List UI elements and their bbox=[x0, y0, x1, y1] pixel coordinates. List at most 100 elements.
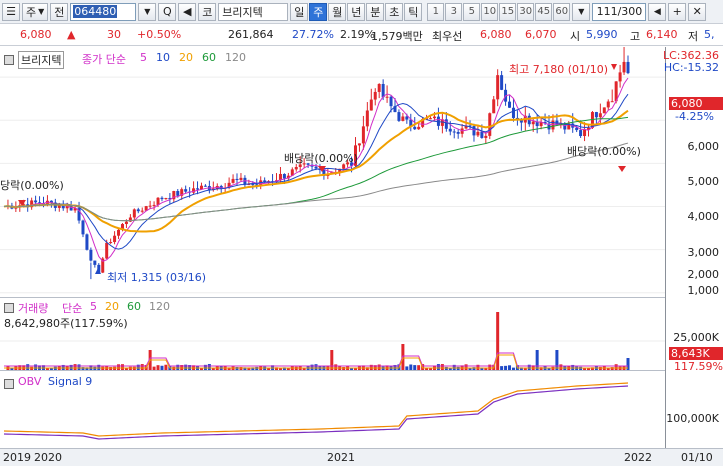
bar-count-field[interactable]: 111/300 bbox=[592, 2, 647, 21]
period-tab-4[interactable]: 분 bbox=[366, 2, 385, 21]
obv-chart[interactable] bbox=[0, 371, 665, 448]
scroll-left-icon[interactable]: ◀ bbox=[648, 2, 667, 21]
candle-body bbox=[148, 205, 152, 207]
high-value: 6,140 bbox=[646, 28, 678, 41]
ma-legend-item[interactable]: 10 bbox=[156, 51, 170, 64]
volume-ma-legend-item[interactable]: 120 bbox=[149, 300, 170, 313]
period-tab-2[interactable]: 월 bbox=[328, 2, 347, 21]
chevron-down-icon: ▼ bbox=[144, 7, 151, 16]
chevron-down-icon: ▼ bbox=[578, 7, 585, 16]
volume-bar bbox=[377, 364, 381, 370]
ma-legend-item[interactable]: 120 bbox=[225, 51, 246, 64]
yaxis-5000: 5,000 bbox=[687, 175, 720, 188]
xaxis-2022: 2022 bbox=[624, 451, 652, 464]
market-select[interactable]: 주 ▼ bbox=[22, 2, 49, 21]
candle-body bbox=[34, 200, 38, 203]
volume-bar bbox=[184, 364, 188, 370]
high-arrow-icon bbox=[611, 64, 617, 70]
obv-panel[interactable]: OBV Signal 9 bbox=[0, 371, 665, 448]
candle-body bbox=[369, 99, 373, 111]
volume-bar bbox=[109, 367, 113, 370]
candle-body bbox=[472, 126, 476, 136]
candle-body bbox=[531, 121, 535, 125]
settings-icon[interactable] bbox=[4, 303, 14, 313]
ma-legend-item[interactable]: 20 bbox=[179, 51, 193, 64]
price-chart[interactable] bbox=[0, 47, 665, 298]
candle-body bbox=[579, 130, 583, 137]
volume-legend[interactable]: 거래량 bbox=[18, 300, 48, 316]
volume-ma-legend-item[interactable]: 5 bbox=[90, 300, 97, 313]
period-tab-5[interactable]: 초 bbox=[385, 2, 404, 21]
interval-button-0[interactable]: 1 bbox=[427, 2, 445, 21]
interval-button-3[interactable]: 10 bbox=[481, 2, 499, 21]
interval-button-7[interactable]: 60 bbox=[553, 2, 571, 21]
volume-bar bbox=[140, 364, 144, 370]
chevron-down-icon: ▼ bbox=[38, 7, 45, 16]
candle-body bbox=[136, 209, 140, 212]
stock-code-input[interactable]: 064480 bbox=[70, 2, 137, 21]
volume-bar bbox=[334, 364, 338, 370]
search-icon[interactable]: Q bbox=[158, 2, 177, 21]
interval-dropdown[interactable]: ▼ bbox=[572, 2, 591, 21]
candle-body bbox=[132, 209, 136, 218]
period-tab-6[interactable]: 틱 bbox=[404, 2, 423, 21]
volume-bar bbox=[120, 364, 124, 370]
price-axis[interactable]: LC:362.36 HC:-15.32 6,000 5,000 4,000 3,… bbox=[663, 47, 723, 298]
candle-body bbox=[203, 185, 207, 187]
interval-button-5[interactable]: 30 bbox=[517, 2, 535, 21]
volume-panel[interactable]: 거래량 단순 5 20 60 120 8,642,980주(117.59%) bbox=[0, 298, 665, 371]
best-bid: 6,070 bbox=[525, 28, 557, 41]
volume-ma-legend-item[interactable]: 20 bbox=[105, 300, 119, 313]
obv-signal-legend[interactable]: Signal 9 bbox=[48, 375, 92, 388]
sound-icon[interactable]: ◀ bbox=[178, 2, 197, 21]
settings-icon[interactable] bbox=[4, 55, 14, 65]
stock-legend[interactable]: 브리지텍 bbox=[18, 51, 65, 69]
code-dropdown-button[interactable]: ▼ bbox=[138, 2, 157, 21]
ma-legend-item[interactable]: 5 bbox=[140, 51, 147, 64]
volume-bar bbox=[330, 350, 334, 370]
volume-bar bbox=[156, 365, 160, 370]
close-icon[interactable]: ✕ bbox=[688, 2, 707, 21]
zoom-plus-icon[interactable]: + bbox=[668, 2, 687, 21]
price-panel[interactable]: 브리지텍 종가 단순 5 10 20 60 120 최고 7,180 (01/10) 최… bbox=[0, 47, 665, 298]
volume-ma-line bbox=[4, 352, 628, 367]
volume-bar bbox=[314, 364, 318, 370]
settings-icon[interactable] bbox=[4, 379, 14, 389]
x-axis[interactable]: 2019 2020 2021 2022 01/10 bbox=[0, 448, 723, 466]
stock-code-value: 064480 bbox=[73, 5, 118, 18]
candle-body bbox=[377, 83, 381, 92]
volume-bar bbox=[239, 367, 243, 370]
ma-legend-item[interactable]: 60 bbox=[202, 51, 216, 64]
interval-button-1[interactable]: 3 bbox=[445, 2, 463, 21]
candle-body bbox=[196, 188, 200, 190]
ma-legend-label[interactable]: 종가 단순 bbox=[82, 51, 126, 67]
interval-button-4[interactable]: 15 bbox=[499, 2, 517, 21]
volume-ma-legend-item[interactable]: 60 bbox=[127, 300, 141, 313]
period-tab-3[interactable]: 년 bbox=[347, 2, 366, 21]
quote-price: 6,080 bbox=[20, 28, 52, 41]
interval-buttons: 1 3 5 10 15 30 45 60 bbox=[427, 2, 571, 21]
obv-legend[interactable]: OBV bbox=[18, 375, 41, 388]
candle-body bbox=[508, 101, 512, 108]
interval-button-6[interactable]: 45 bbox=[535, 2, 553, 21]
obv-axis[interactable]: 100,000K bbox=[665, 371, 723, 448]
period-tab-0[interactable]: 일 bbox=[290, 2, 309, 21]
volume-bar bbox=[535, 350, 539, 370]
candle-body bbox=[583, 129, 587, 137]
volume-bar bbox=[342, 367, 346, 370]
menu-icon[interactable]: ☰ bbox=[2, 2, 20, 21]
candle-body bbox=[361, 126, 365, 144]
best-ask-label: 최우선 bbox=[432, 30, 463, 43]
volume-bar bbox=[409, 364, 413, 370]
candle-body bbox=[476, 131, 480, 136]
high-label: 고 bbox=[630, 30, 641, 43]
candle-body bbox=[401, 116, 405, 121]
interval-button-2[interactable]: 5 bbox=[463, 2, 481, 21]
xaxis-date: 01/10 bbox=[681, 451, 713, 464]
jeon-button[interactable]: 전 bbox=[50, 2, 69, 21]
low-label: 저 bbox=[688, 30, 699, 43]
period-tab-1[interactable]: 주 bbox=[309, 2, 328, 21]
candle-body bbox=[397, 112, 401, 121]
quote-volume-pct: 2.19% bbox=[340, 28, 375, 41]
stock-name-field[interactable]: 브리지텍 bbox=[218, 2, 289, 21]
